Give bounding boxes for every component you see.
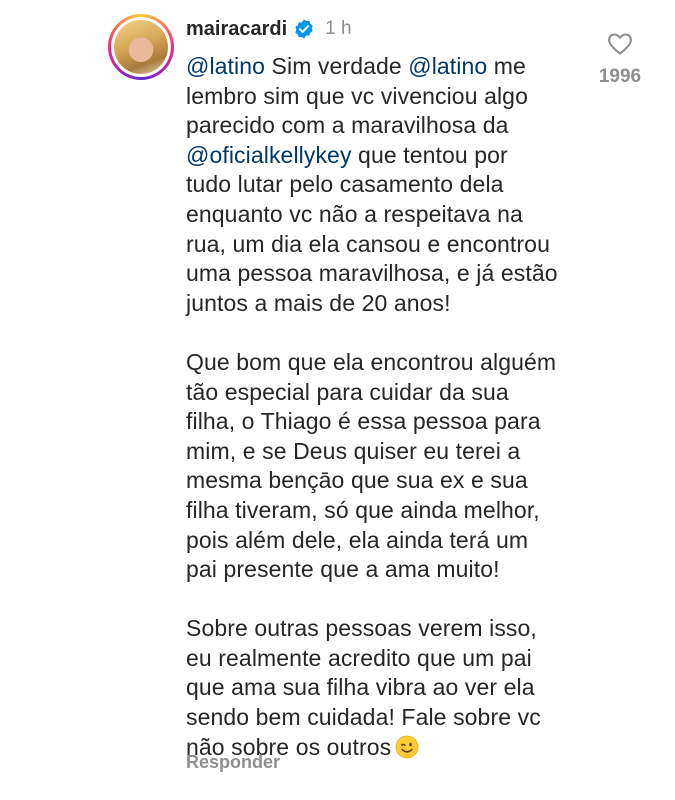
text-line: filha, o Thiago é essa pessoa para [186,408,541,435]
text-line: uma pessoa maravilhosa, e já estão [186,260,558,287]
text-line: Que bom que ela encontrou alguém [186,348,557,375]
text-line: mim, e se Deus quiser eu terei a [186,437,521,464]
reply-button[interactable]: Responder [186,752,280,773]
username-link[interactable]: mairacardi [186,18,287,41]
text-line: pois além dele, ela ainda terá um [186,526,529,553]
text-line: filha tiveram, só que ainda melhor, [186,496,540,523]
text-line: rua, um dia ela cansou e encontrou [186,230,550,257]
text-line: que ama sua filha vibra ao ver ela [186,674,535,701]
text-line: mesma bençāo que sua ex e sua [186,467,528,494]
text-line: enquanto vc não a respeitava na [186,200,523,227]
text-line: pai presente que a ama muito! [186,556,500,583]
text-line: sendo bem cuidada! Fale sobre vc [186,704,541,731]
comment-header: mairacardi 1 h [186,16,352,42]
mention-link[interactable]: @latino [186,53,265,79]
text-line: tudo lutar pelo casamento dela [186,171,504,198]
winking-face-emoji [395,735,419,759]
avatar-photo [114,20,168,74]
comment: mairacardi 1 h @latino Sim verdade @lati… [0,0,675,800]
text-line: parecido com a maravilhosa da [186,112,509,139]
verified-badge-icon [295,19,313,39]
text-line: eu realmente acredito que um pai [186,644,532,671]
heart-icon[interactable] [607,32,633,56]
text-line: @latino Sim verdade @latino me [186,53,526,79]
text-line: tão especial para cuidar da sua [186,378,509,405]
text-line: Sobre outras pessoas verem isso, [186,615,537,642]
text-line: lembro sim que vc vivenciou algo [186,82,528,109]
text-line: @oficialkellykey que tentou por [186,141,508,168]
profile-avatar[interactable] [108,14,174,80]
comment-text: @latino Sim verdade @latino me lembro si… [186,52,596,762]
comment-time: 1 h [325,18,352,39]
like-count: 1996 [598,66,642,87]
like-area: 1996 [590,32,650,88]
mention-link[interactable]: @latino [408,53,487,79]
text-line: juntos a mais de 20 anos! [186,289,451,316]
mention-link[interactable]: @oficialkellykey [186,142,352,168]
